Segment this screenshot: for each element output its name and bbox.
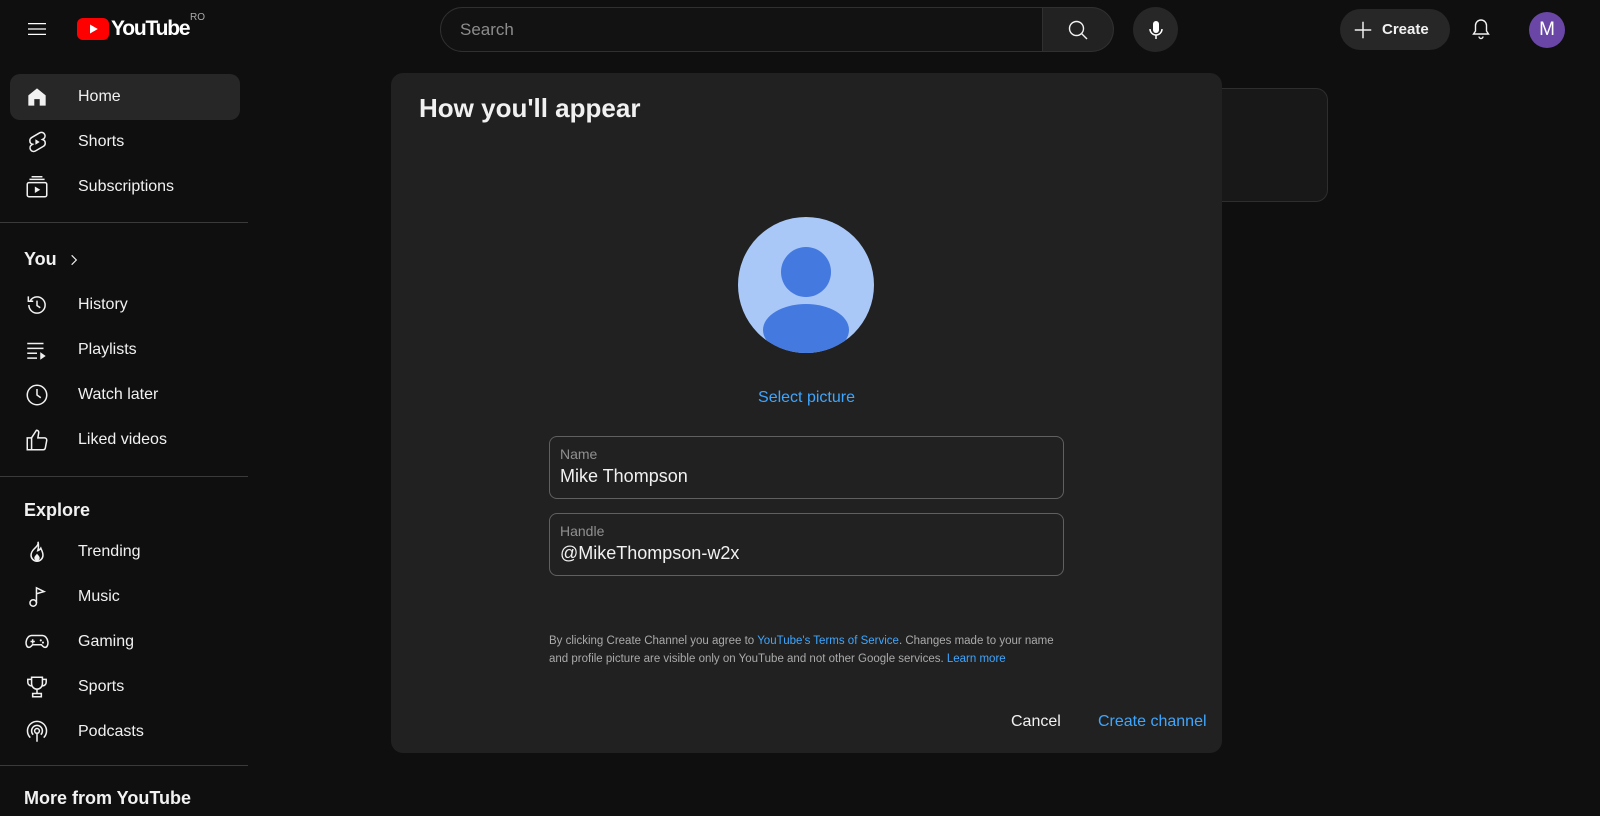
sidebar-divider: [0, 222, 248, 223]
bell-icon: [1472, 19, 1490, 40]
section-title-explore: Explore: [24, 500, 91, 520]
gaming-icon: [23, 628, 51, 656]
sidebar-item-label: Home: [78, 88, 121, 105]
account-avatar[interactable]: M: [1529, 12, 1565, 48]
sidebar-section-explore: Explore: [24, 500, 90, 521]
learn-more-link[interactable]: Learn more: [947, 653, 1006, 665]
thumbs-up-icon: [23, 426, 51, 454]
music-icon: [23, 583, 51, 611]
sidebar-item-history[interactable]: History: [10, 282, 240, 328]
microphone-icon: [1148, 20, 1163, 39]
sidebar-item-music[interactable]: Music: [10, 574, 240, 620]
sidebar-item-label: Playlists: [78, 341, 137, 358]
sidebar-item-label: Gaming: [78, 633, 135, 650]
clock-icon: [23, 381, 51, 409]
sidebar-item-liked-videos[interactable]: Liked videos: [10, 417, 240, 463]
shorts-icon: [23, 128, 51, 156]
search-button[interactable]: [1043, 7, 1114, 52]
sidebar-item-sports[interactable]: Sports: [10, 664, 240, 710]
sidebar-item-label: Trending: [78, 543, 141, 560]
sidebar-item-label: Shorts: [78, 133, 125, 150]
dialog-title: How you'll appear: [419, 93, 641, 123]
youtube-play-icon: [77, 18, 109, 40]
guide-menu-button[interactable]: [17, 9, 57, 49]
country-code: RO: [190, 12, 205, 23]
notifications-button[interactable]: [1461, 9, 1501, 49]
create-button[interactable]: Create: [1340, 9, 1450, 50]
profile-picture[interactable]: [738, 217, 874, 353]
sidebar-divider: [0, 765, 248, 766]
name-field-value[interactable]: Mike Thompson: [560, 466, 1053, 487]
sidebar-item-trending[interactable]: Trending: [10, 529, 240, 575]
masthead: YouTube RO Create M: [0, 0, 1600, 58]
handle-field-value[interactable]: @MikeThompson-w2x: [560, 543, 1053, 564]
handle-field[interactable]: Handle @MikeThompson-w2x: [549, 513, 1064, 576]
default-avatar-icon: [739, 218, 873, 353]
legal-text-prefix: By clicking Create Channel you agree to: [549, 635, 758, 647]
voice-search-button[interactable]: [1133, 7, 1178, 52]
history-icon: [23, 291, 51, 319]
youtube-logo[interactable]: YouTube: [77, 17, 191, 41]
sidebar-item-label: Music: [78, 588, 120, 605]
sidebar-item-label: Sports: [78, 678, 125, 695]
logo-text: YouTube: [111, 17, 191, 40]
legal-notice: By clicking Create Channel you agree to …: [549, 632, 1069, 668]
sidebar-item-label: Watch later: [78, 386, 159, 403]
select-picture-button[interactable]: Select picture: [391, 389, 1222, 407]
create-channel-button[interactable]: Create channel: [1098, 713, 1207, 731]
sidebar-item-label: Subscriptions: [78, 178, 175, 195]
chevron-right-icon: [70, 254, 77, 265]
sidebar-item-gaming[interactable]: Gaming: [10, 619, 240, 665]
sidebar-item-watch-later[interactable]: Watch later: [10, 372, 240, 418]
terms-of-service-link[interactable]: YouTube's Terms of Service: [757, 635, 899, 647]
sidebar-item-label: Liked videos: [78, 431, 167, 448]
podcast-icon: [23, 718, 51, 746]
sidebar-item-shorts[interactable]: Shorts: [10, 119, 240, 165]
create-channel-dialog: How you'll appear Select picture Name Mi…: [391, 73, 1222, 753]
sidebar-divider: [0, 476, 248, 477]
sidebar-item-label: History: [78, 296, 128, 313]
cancel-button[interactable]: Cancel: [1011, 713, 1061, 731]
search-input[interactable]: [460, 19, 1042, 40]
sidebar-item-home[interactable]: Home: [10, 74, 240, 120]
search-icon: [1068, 20, 1088, 39]
sidebar-section-you[interactable]: You: [24, 249, 81, 270]
create-button-label: Create: [1382, 21, 1429, 38]
sidebar-item-playlists[interactable]: Playlists: [10, 327, 240, 373]
name-field[interactable]: Name Mike Thompson: [549, 436, 1064, 499]
sidebar-item-label: Podcasts: [78, 723, 144, 740]
hamburger-icon: [28, 23, 46, 35]
sidebar-item-subscriptions[interactable]: Subscriptions: [10, 164, 240, 210]
search-box[interactable]: [440, 7, 1043, 52]
home-icon: [23, 83, 51, 111]
trophy-icon: [23, 673, 51, 701]
name-field-label: Name: [560, 446, 598, 462]
subscriptions-icon: [23, 173, 51, 201]
section-title-you: You: [24, 249, 57, 269]
plus-icon: [1354, 21, 1372, 38]
playlists-icon: [23, 336, 51, 364]
sidebar-section-more-from-youtube: More from YouTube: [24, 788, 191, 809]
trending-icon: [23, 538, 51, 566]
sidebar-item-podcasts[interactable]: Podcasts: [10, 709, 240, 755]
handle-field-label: Handle: [560, 523, 605, 539]
sidebar: Home Shorts Subscriptions You History Pl…: [0, 58, 248, 816]
page-scrollbar[interactable]: [1590, 0, 1600, 816]
section-title-more: More from YouTube: [24, 788, 192, 808]
